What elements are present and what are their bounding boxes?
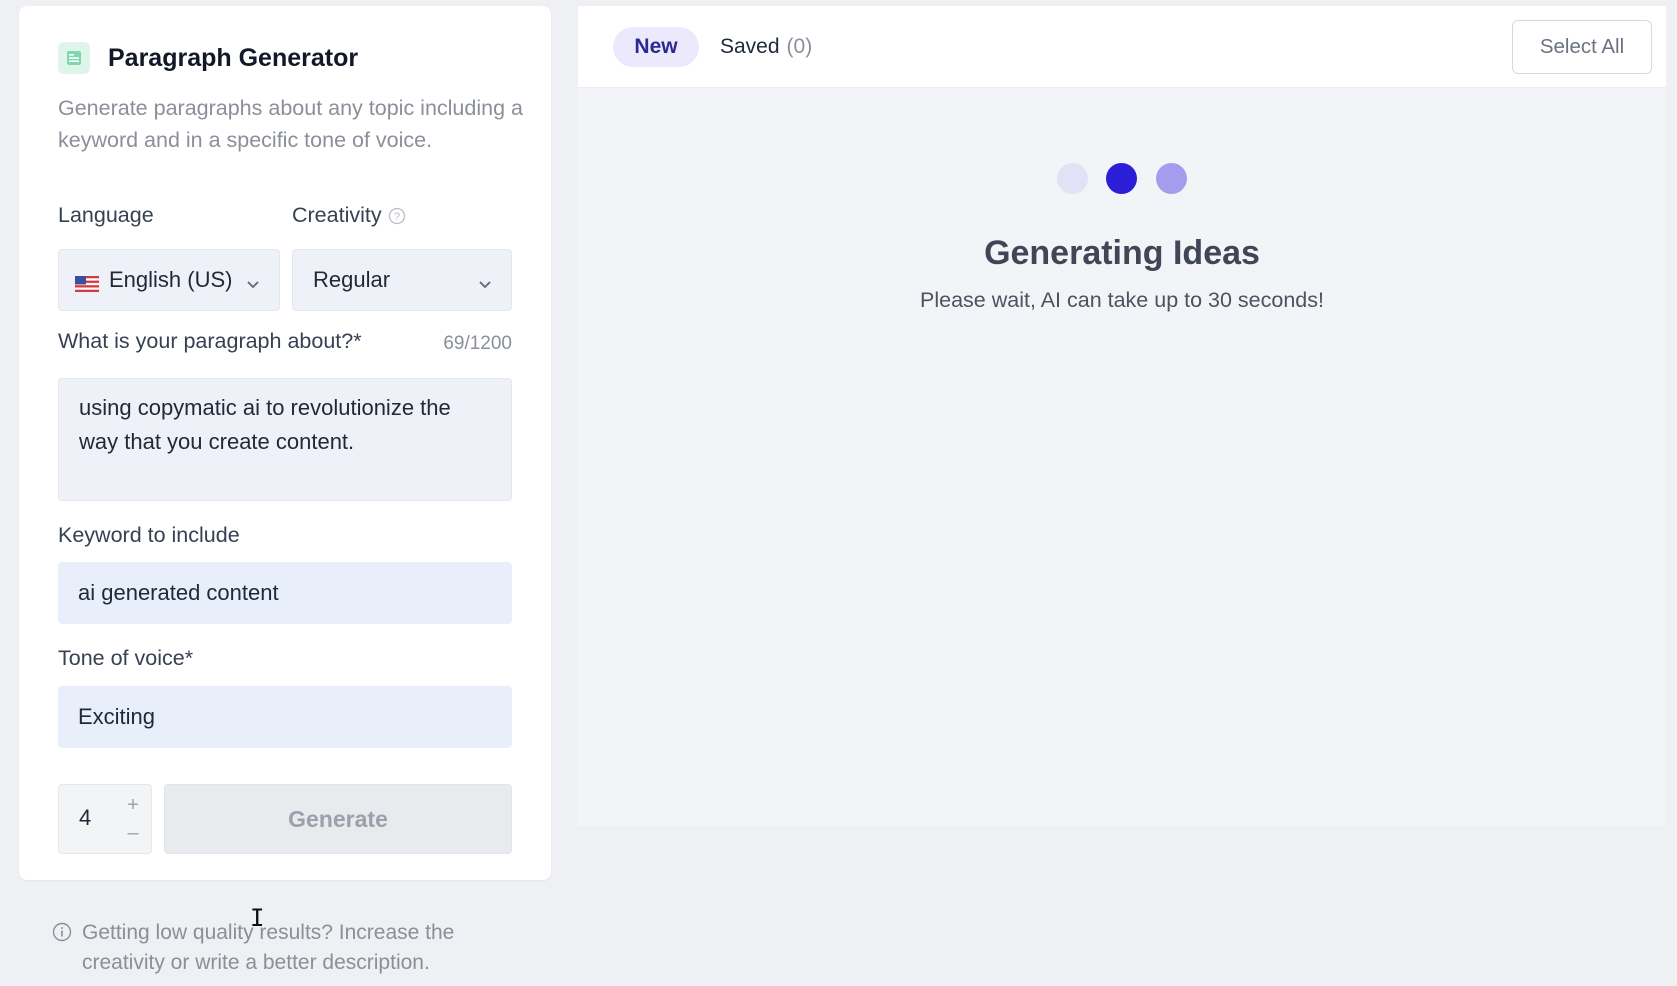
- loading-subtitle: Please wait, AI can take up to 30 second…: [920, 288, 1324, 312]
- about-textarea[interactable]: using copymatic ai to revolutionize the …: [58, 378, 512, 501]
- svg-text:?: ?: [394, 211, 400, 223]
- generate-button[interactable]: Generate: [164, 784, 512, 854]
- language-label: Language: [58, 203, 154, 227]
- select-all-button[interactable]: Select All: [1512, 20, 1652, 74]
- decrement-icon[interactable]: –: [123, 823, 143, 843]
- saved-count: (0): [786, 35, 813, 58]
- creativity-label: Creativity: [292, 203, 382, 227]
- about-label: What is your paragraph about?*: [58, 329, 362, 353]
- quantity-stepper[interactable]: 4 + –: [58, 784, 152, 854]
- question-circle-icon[interactable]: ?: [388, 207, 406, 225]
- page-title: Paragraph Generator: [108, 43, 359, 72]
- info-circle-icon: [52, 922, 72, 978]
- tab-saved[interactable]: Saved (0): [720, 27, 812, 67]
- quantity-value: 4: [79, 805, 92, 830]
- chevron-down-icon: [245, 272, 261, 298]
- language-select[interactable]: English (US): [58, 249, 280, 311]
- generator-description: Generate paragraphs about any topic incl…: [58, 96, 523, 152]
- loading-dot: [1057, 163, 1088, 194]
- tone-label: Tone of voice*: [58, 646, 194, 670]
- loading-dot: [1156, 163, 1187, 194]
- tone-input[interactable]: Exciting: [58, 686, 512, 748]
- document-lines-icon: [58, 42, 90, 74]
- tab-new[interactable]: New: [613, 27, 699, 67]
- increment-icon[interactable]: +: [123, 795, 143, 815]
- tip-text: Getting low quality results? Increase th…: [82, 921, 455, 974]
- generator-card: Paragraph Generator Generate paragraphs …: [19, 6, 551, 880]
- language-value: English (US): [109, 267, 233, 292]
- keyword-input[interactable]: ai generated content: [58, 562, 512, 624]
- creativity-select[interactable]: Regular: [292, 249, 512, 311]
- character-counter: 69/1200: [443, 333, 512, 354]
- results-toolbar: New Saved (0) Select All: [578, 6, 1666, 88]
- results-panel: New Saved (0) Select All Generating Idea…: [578, 6, 1666, 826]
- creativity-label-group: Creativity ?: [292, 203, 406, 228]
- us-flag-icon: [75, 272, 99, 292]
- creativity-value: Regular: [313, 267, 391, 292]
- text-cursor-icon: I: [250, 904, 265, 932]
- loading-title: Generating Ideas: [984, 234, 1260, 272]
- generator-header: Paragraph Generator: [58, 42, 358, 74]
- keyword-label: Keyword to include: [58, 523, 240, 547]
- quality-tip: Getting low quality results? Increase th…: [52, 918, 482, 978]
- chevron-down-icon: [477, 272, 493, 298]
- tab-saved-label: Saved: [720, 35, 780, 58]
- loading-dot: [1106, 163, 1137, 194]
